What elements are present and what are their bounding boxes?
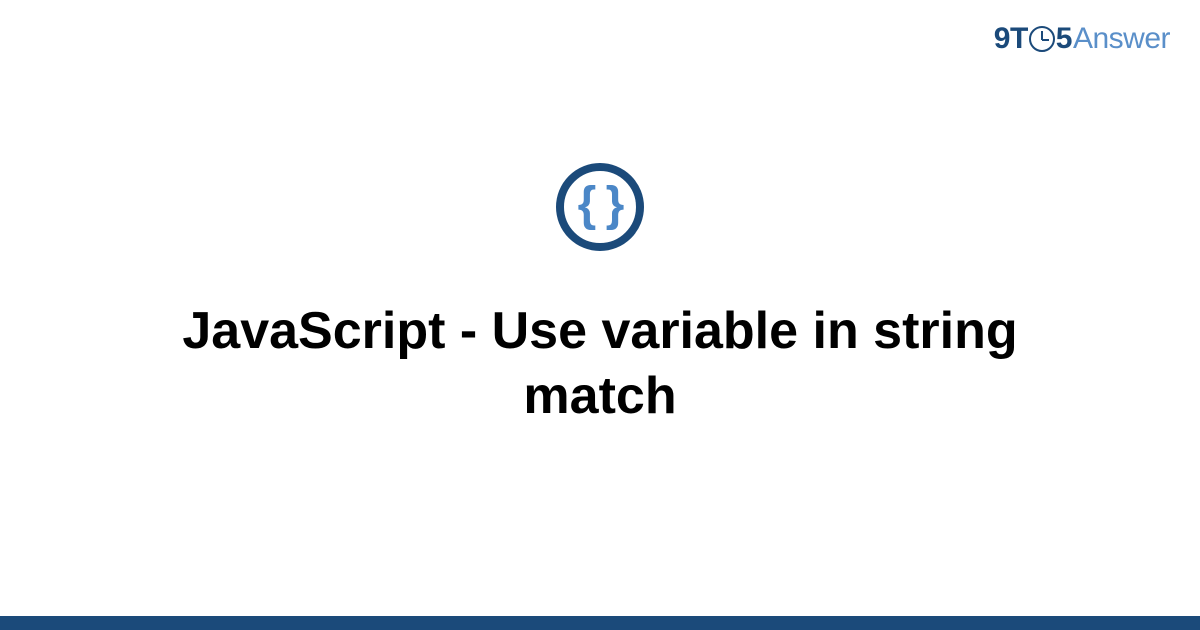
code-braces-icon: { } xyxy=(556,163,644,251)
page-title: JavaScript - Use variable in string matc… xyxy=(100,299,1100,429)
braces-glyph: { } xyxy=(578,181,623,229)
footer-accent-bar xyxy=(0,616,1200,630)
main-content: { } JavaScript - Use variable in string … xyxy=(0,0,1200,616)
